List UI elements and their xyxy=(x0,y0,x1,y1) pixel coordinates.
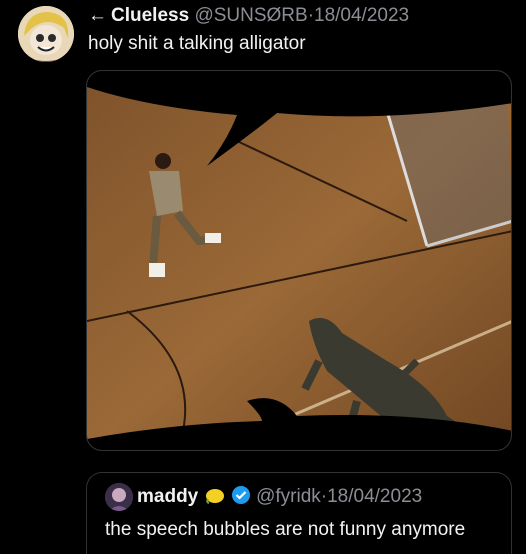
avatar-icon xyxy=(105,483,133,511)
back-arrow-icon[interactable]: ← xyxy=(88,5,107,26)
tweet-text: holy shit a talking alligator xyxy=(88,33,306,54)
verified-badge-icon xyxy=(231,485,251,511)
quote-display-name[interactable]: maddy xyxy=(137,486,198,507)
quote-date[interactable]: 18/04/2023 xyxy=(327,486,422,507)
anime-avatar-icon xyxy=(18,6,74,62)
media-image xyxy=(87,71,511,450)
display-name[interactable]: Clueless xyxy=(111,5,189,26)
tweet-media[interactable] xyxy=(86,70,512,451)
tweet-header: ← Clueless @SUNSØRB·18/04/2023 xyxy=(88,5,409,27)
quoted-tweet[interactable]: maddy @fyridk·18/04/2023 the speech bubb… xyxy=(86,472,512,554)
handle[interactable]: @SUNSØRB xyxy=(194,5,307,26)
tweet-date[interactable]: 18/04/2023 xyxy=(314,5,409,26)
quote-avatar[interactable] xyxy=(105,483,133,511)
quote-handle[interactable]: @fyridk xyxy=(256,486,321,507)
quote-text: the speech bubbles are not funny anymore xyxy=(105,519,466,540)
user-avatar[interactable] xyxy=(18,6,74,62)
lemon-icon xyxy=(204,487,226,511)
quote-header: maddy @fyridk·18/04/2023 xyxy=(137,485,422,511)
